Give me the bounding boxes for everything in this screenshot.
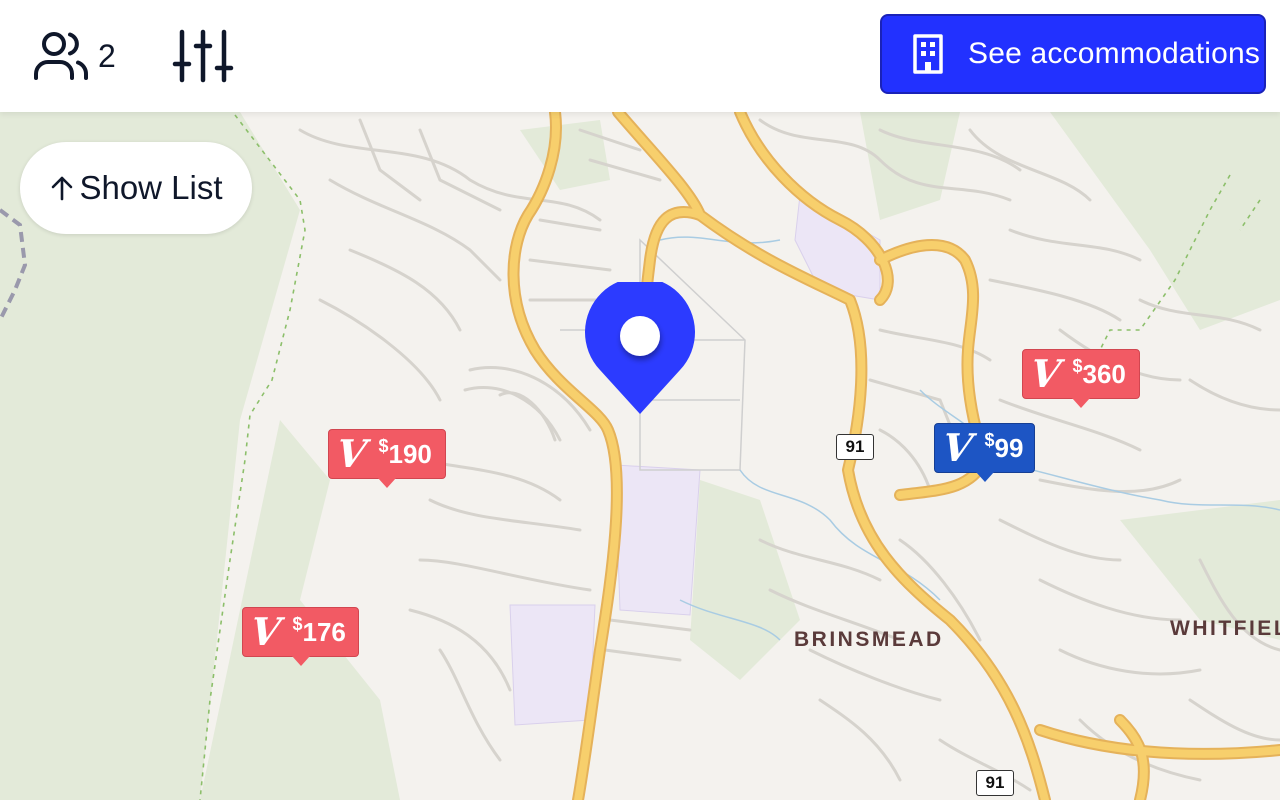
suburb-label: WHITFIEL [1170, 617, 1280, 640]
see-accommodations-label: See accommodations [968, 37, 1261, 70]
see-accommodations-button[interactable]: See accommodations [880, 14, 1266, 94]
show-list-label: Show List [79, 169, 223, 206]
guests-button[interactable]: 2 [30, 26, 116, 86]
map-pin-icon[interactable] [584, 282, 696, 416]
listing-logo: V [334, 431, 369, 476]
building-icon [913, 34, 943, 74]
listing-price: $176 [292, 613, 346, 647]
listing-logo: V [940, 425, 975, 470]
suburb-label: BRINSMEAD [794, 628, 944, 651]
listing-price: $99 [984, 429, 1024, 463]
listing-price: $190 [378, 435, 432, 469]
route-shield: 91 [836, 434, 874, 460]
arrow-up-icon [52, 176, 73, 201]
listing-logo: V [1028, 351, 1063, 396]
listing-price-pin[interactable]: V $360 [1022, 349, 1140, 408]
listing-price: $360 [1072, 355, 1126, 389]
listing-price-pin[interactable]: V $190 [328, 429, 446, 488]
users-icon [34, 32, 89, 80]
listing-logo: V [248, 609, 283, 654]
listing-price-pin-selected[interactable]: V $99 [934, 423, 1035, 482]
show-list-button[interactable]: Show List [20, 142, 252, 234]
top-bar: 2 See accommodations [0, 0, 1280, 112]
sliders-icon [172, 29, 234, 83]
filters-button[interactable] [172, 28, 234, 84]
listing-price-pin[interactable]: V $176 [242, 607, 359, 666]
guest-count: 2 [98, 37, 116, 74]
route-shield: 91 [976, 770, 1014, 796]
